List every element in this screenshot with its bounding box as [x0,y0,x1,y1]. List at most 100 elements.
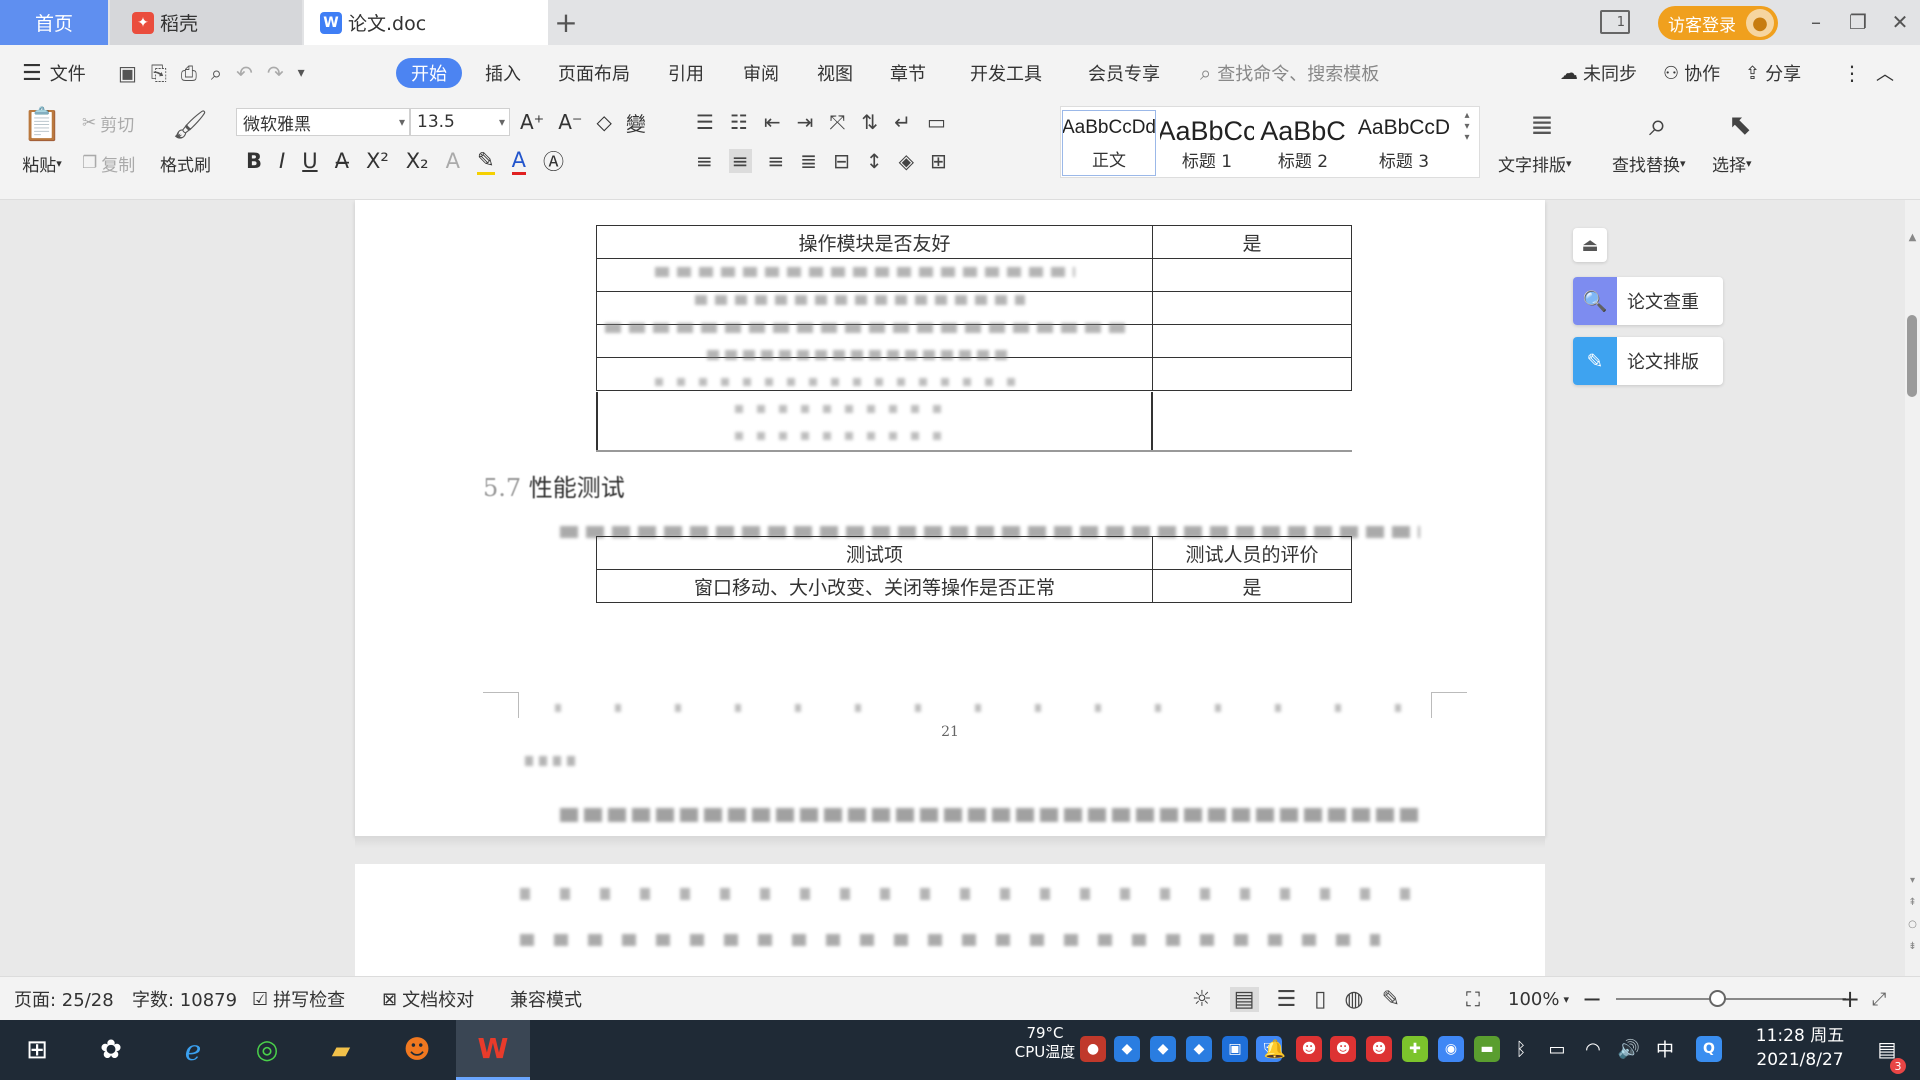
clock[interactable]: 11:28 周五 2021/8/27 [1740,1024,1860,1072]
line-spacing-icon[interactable]: ↕ [866,149,883,173]
print-icon[interactable]: ⎙ [181,61,197,85]
bell-icon[interactable]: 🔔 [1262,1036,1288,1062]
tray-app-icon[interactable]: ✚ [1402,1036,1428,1062]
tray-app-icon[interactable]: ◆ [1150,1036,1176,1062]
guest-login-button[interactable]: 访客登录 ● [1658,6,1778,40]
style-heading-1[interactable]: AaBbCc 标题 1 [1160,110,1254,176]
scroll-up-icon[interactable]: ▲ [1905,232,1920,243]
subscript-icon[interactable]: X₂ [406,149,429,173]
zoom-slider-thumb[interactable] [1709,990,1726,1007]
browser-icon[interactable]: ◎ [244,1020,290,1080]
borders-icon[interactable]: ⊞ [930,149,947,173]
menu-start[interactable]: 开始 [396,58,462,88]
tray-app-icon[interactable]: ◉ [1438,1036,1464,1062]
document-page[interactable] [355,864,1545,976]
customize-icon[interactable]: ▾ [298,65,305,81]
tray-app-icon[interactable]: ◆ [1114,1036,1140,1062]
collaborate-button[interactable]: ⚇ 协作 [1663,58,1720,88]
numbered-list-icon[interactable]: ☷ [730,110,748,134]
cursor-icon[interactable]: ⬉ [1722,104,1758,144]
collapse-ribbon-icon[interactable]: ︿ [1876,58,1894,88]
decrease-indent-icon[interactable]: ⇤ [764,110,781,134]
tray-app-icon[interactable]: ◆ [1186,1036,1212,1062]
panel-collapse-icon[interactable]: ⏏ [1573,228,1607,262]
proofread-button[interactable]: ⊠ 文档校对 [382,977,474,1021]
clear-format-icon[interactable]: ◇ [597,110,612,134]
zoom-slider-track[interactable] [1616,998,1846,1000]
web-view-icon[interactable]: ◍ [1344,987,1363,1012]
tab-daoke[interactable]: ✦ 稻壳 [110,0,302,45]
minimize-button[interactable]: – [1796,8,1836,36]
eye-protect-icon[interactable]: ☼ [1192,987,1212,1012]
menu-references[interactable]: 引用 [668,58,704,88]
menu-view[interactable]: 视图 [817,58,853,88]
style-heading-3[interactable]: AaBbCcD 标题 3 [1352,110,1456,176]
select-button[interactable]: 选择 ▾ [1712,150,1752,176]
restore-button[interactable]: ❐ [1838,8,1878,36]
save-icon[interactable]: ▣ [118,61,137,85]
shrink-font-icon[interactable]: A⁻ [558,110,582,134]
file-menu[interactable]: ☰ 文件 [22,58,86,88]
phonetic-icon[interactable]: 變 [626,108,646,137]
new-tab-button[interactable]: + [548,0,584,45]
align-right-icon[interactable]: ≡ [768,149,785,173]
zoom-select[interactable]: 100% ▾ [1508,977,1569,1021]
show-marks-icon[interactable]: ↵ [894,110,911,134]
paste-button[interactable]: 粘贴 ▾ [14,150,70,176]
chinese-layout-icon[interactable]: ⤧ [829,110,845,134]
more-icon[interactable]: ⋮ [1842,58,1862,88]
bluetooth-icon[interactable]: ᛒ [1508,1036,1534,1062]
ie-browser-icon[interactable]: ℯ [170,1020,216,1080]
wps-writer-taskbar-item[interactable]: W [456,1020,530,1080]
window-layout-icon[interactable]: 1 [1600,10,1630,34]
tray-app-icon[interactable]: ● [1080,1036,1106,1062]
document-area[interactable]: 操作模块是否友好是 5.7 性能测试 测试项 测试人员的评价 窗口移动、大小改变、… [0,200,1905,976]
page-indicator[interactable]: 页面: 25/28 [14,977,114,1021]
scrollbar-thumb[interactable] [1907,315,1917,397]
sort-icon[interactable]: ⇅ [861,110,878,134]
justify-icon[interactable]: ≣ [800,149,817,173]
bullet-list-icon[interactable]: ☰ [696,110,714,134]
reading-view-icon[interactable]: ▯ [1314,987,1326,1012]
windows-start-icon[interactable]: ⊞ [14,1020,60,1080]
shading-icon[interactable]: ◈ [899,149,914,173]
text-layout-icon[interactable]: ≣ [1520,104,1564,144]
find-replace-button[interactable]: 查找替换 ▾ [1612,150,1686,176]
distribute-icon[interactable]: ⊟ [833,149,850,173]
italic-icon[interactable]: I [279,149,285,173]
font-size-select[interactable]: 13.5 [410,108,510,136]
superscript-icon[interactable]: X² [366,149,389,173]
volume-icon[interactable]: 🔊 [1616,1036,1642,1062]
tab-home[interactable]: 首页 [0,0,108,45]
format-painter-icon[interactable]: 🖌 [172,104,208,144]
export-icon[interactable]: ⎘ [151,61,167,85]
battery-icon[interactable]: ▭ [1544,1036,1570,1062]
word-count[interactable]: 字数: 10879 [132,977,237,1021]
copy-button[interactable]: ❐ 复制 [82,150,135,176]
tray-app-icon[interactable]: ☻ [1330,1036,1356,1062]
share-button[interactable]: ⇪ 分享 [1745,58,1801,88]
tab-document[interactable]: W 论文.doc [304,0,548,45]
page-nav-icons[interactable]: ▾ ⇞ ○ ⇟ [1905,870,1920,958]
undo-icon[interactable]: ↶ [236,61,253,85]
app-launcher-icon[interactable]: ✿ [88,1020,134,1080]
document-page[interactable]: 操作模块是否友好是 5.7 性能测试 测试项 测试人员的评价 窗口移动、大小改变、… [355,200,1545,836]
thesis-format-button[interactable]: ✎ 论文排版 [1573,337,1723,385]
menu-member[interactable]: 会员专享 [1088,58,1160,88]
spell-check-button[interactable]: ☑ 拼写检查 [252,977,345,1021]
gpu-tray-icon[interactable]: ▬ [1474,1036,1500,1062]
search-tray-icon[interactable]: Q [1696,1036,1722,1062]
cpu-temp-widget[interactable]: 79°C CPU温度 [1012,1024,1078,1062]
menu-chapter[interactable]: 章节 [890,58,926,88]
text-effect-icon[interactable]: A [446,149,460,173]
align-center-icon[interactable]: ≡ [728,149,752,173]
grow-font-icon[interactable]: A⁺ [520,110,544,134]
menu-insert[interactable]: 插入 [485,58,521,88]
menu-developer[interactable]: 开发工具 [970,58,1042,88]
text-layout-button[interactable]: 文字排版 ▾ [1498,150,1572,176]
outline-view-icon[interactable]: ☰ [1277,987,1297,1012]
style-heading-2[interactable]: AaBbC 标题 2 [1256,110,1350,176]
fullscreen-icon[interactable]: ⤢ [1872,977,1886,1021]
zoom-in-icon[interactable]: + [1840,977,1860,1021]
fit-page-icon[interactable]: ⛶ [1466,977,1480,1021]
